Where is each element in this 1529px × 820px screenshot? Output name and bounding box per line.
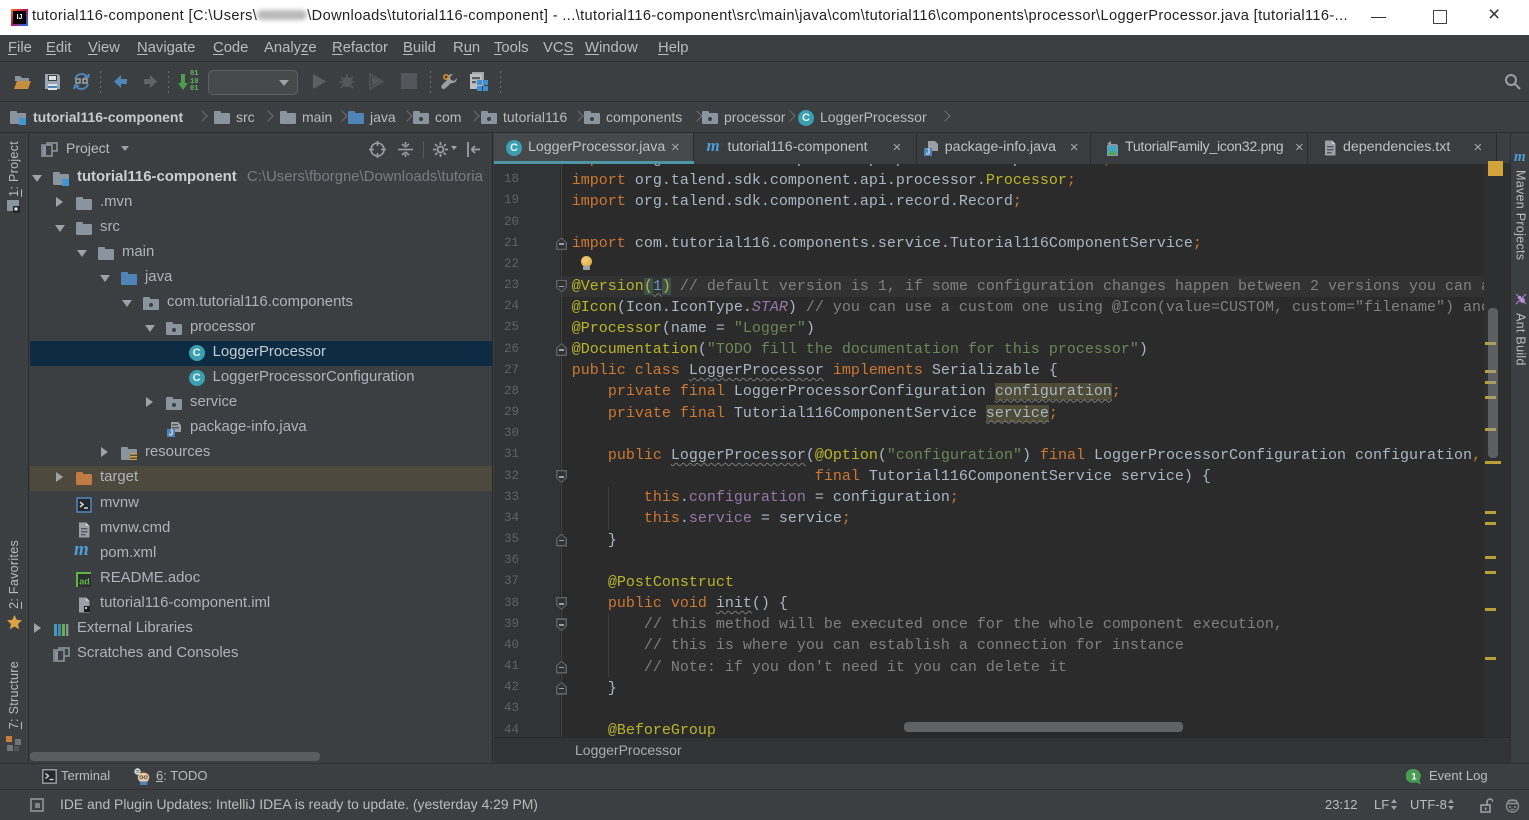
svg-text:J: J (926, 148, 930, 157)
svg-text:ad: ad (79, 576, 90, 586)
svg-text:1: 1 (1411, 772, 1416, 782)
svg-text:J: J (169, 429, 173, 438)
